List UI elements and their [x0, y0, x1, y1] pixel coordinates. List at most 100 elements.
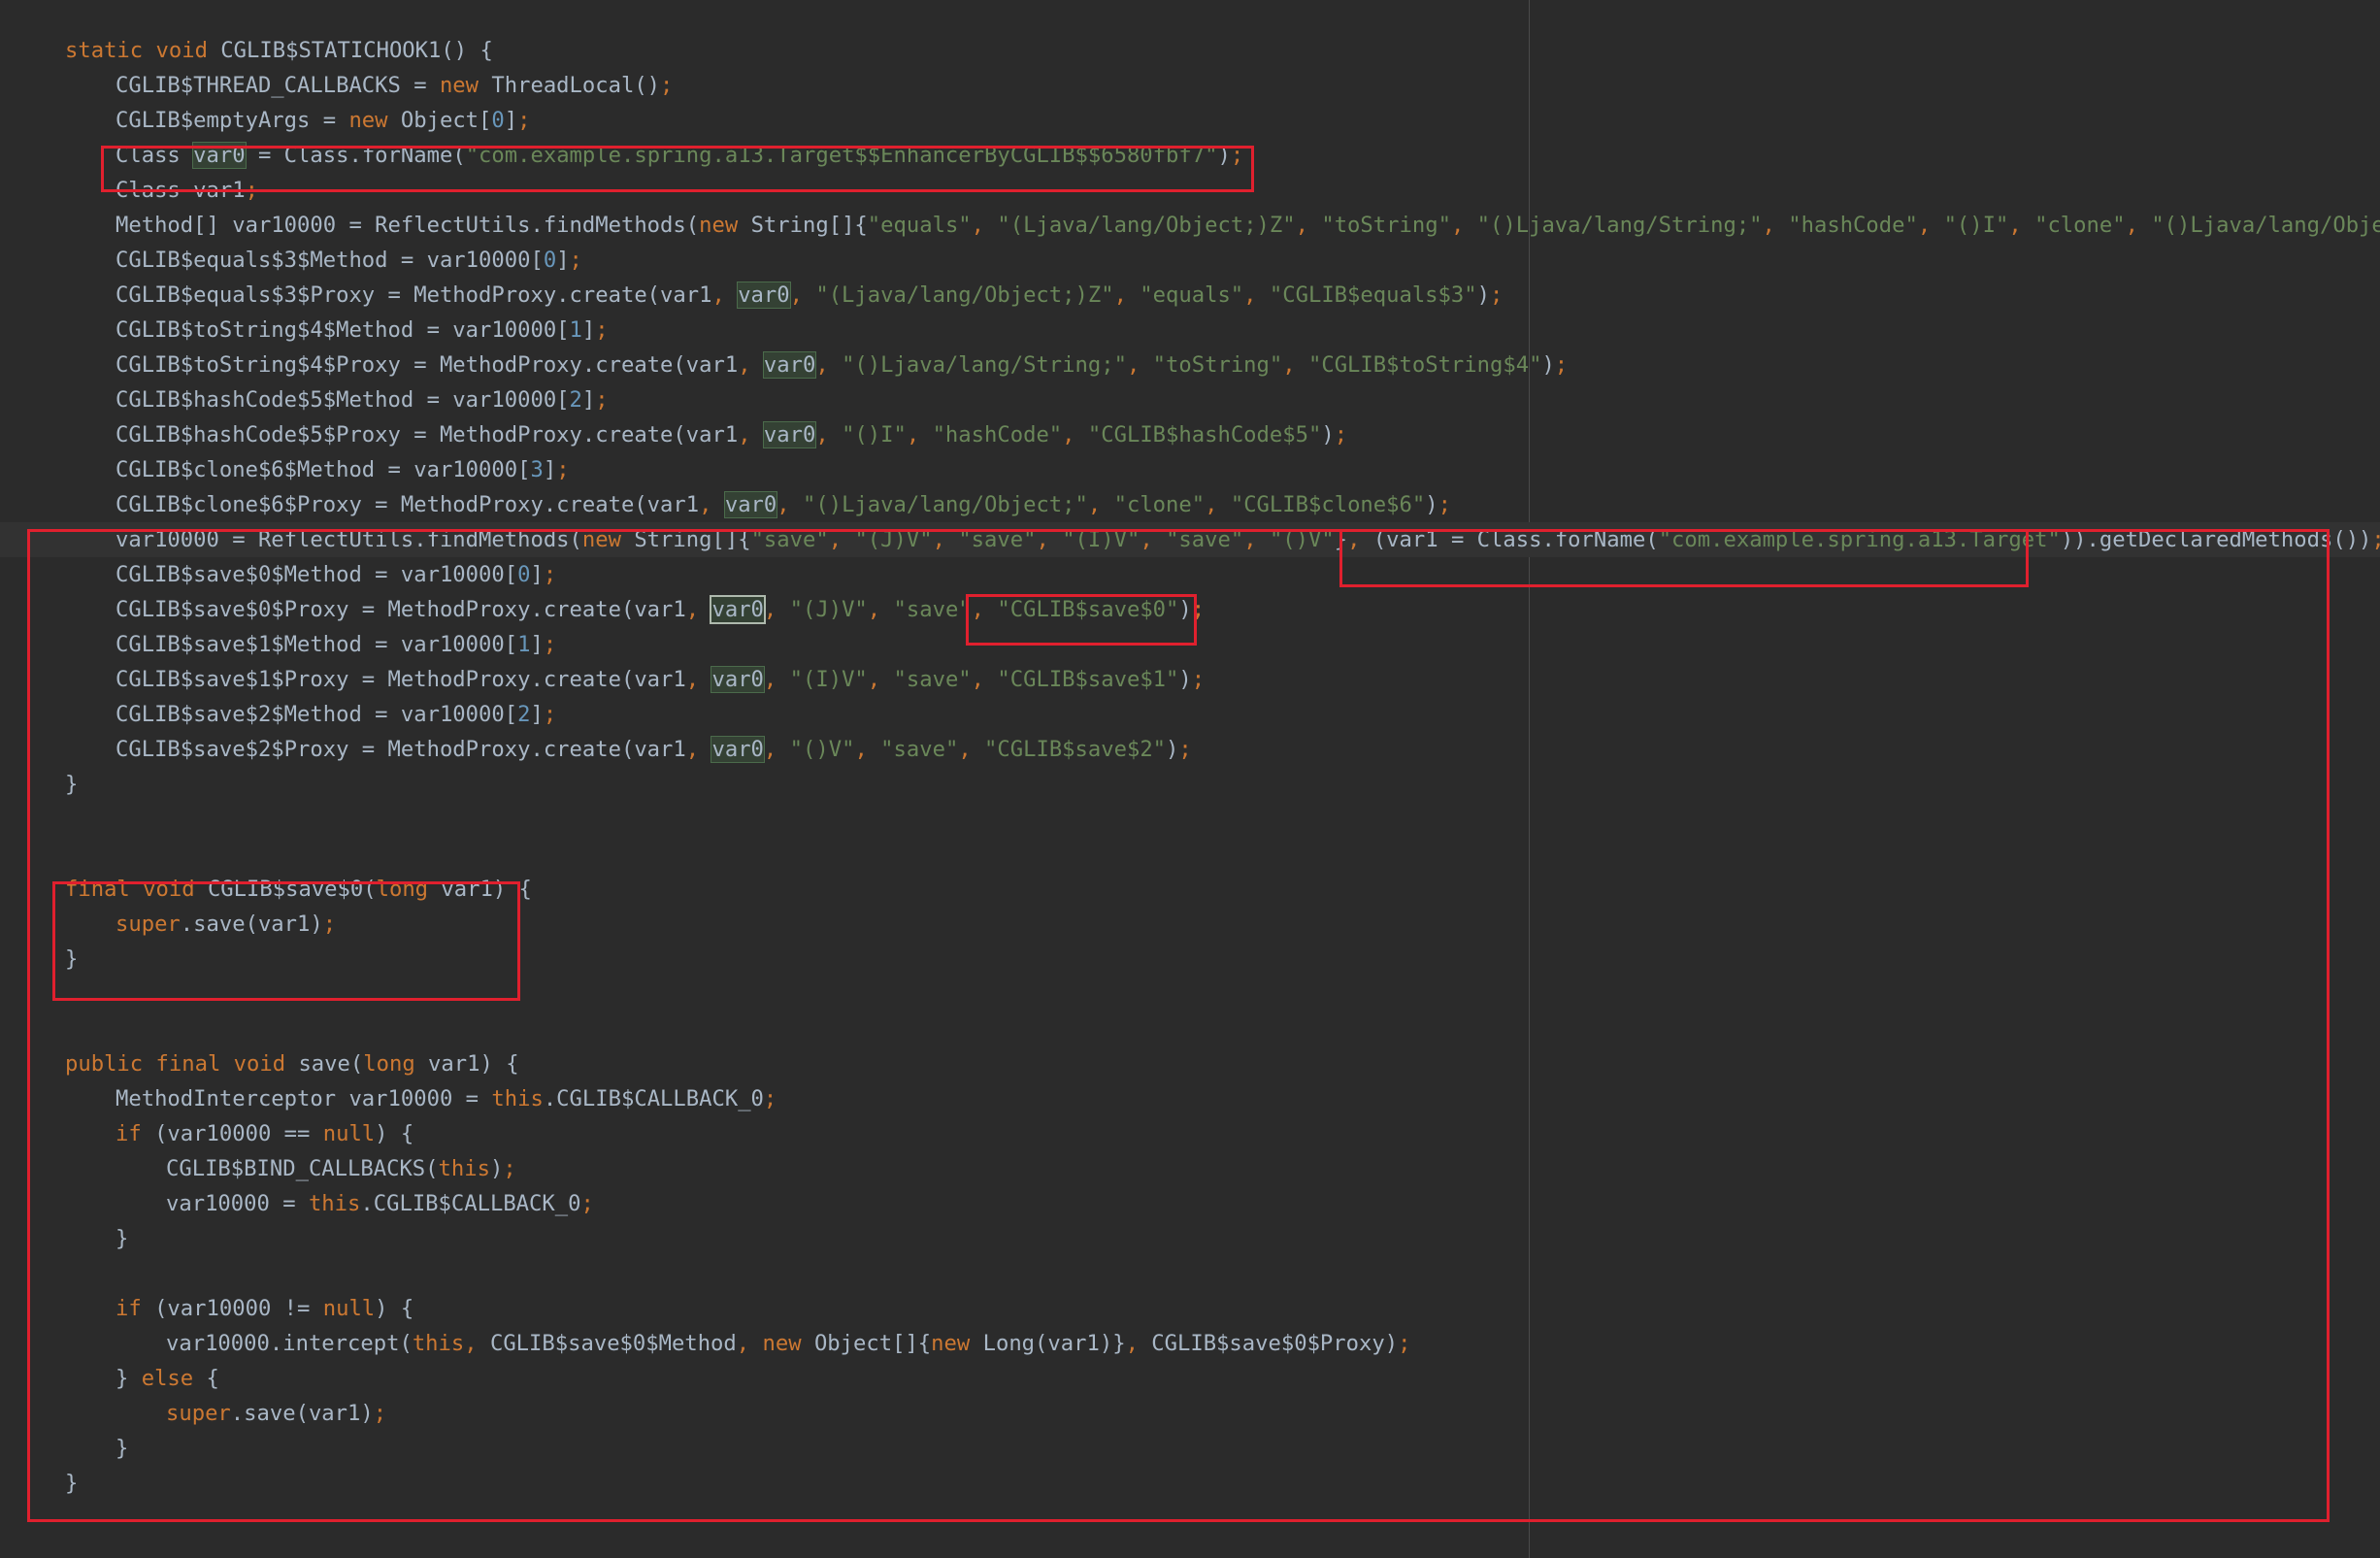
code-line[interactable]: CGLIB$BIND_CALLBACKS(this);: [0, 1151, 2380, 1186]
code-token: MethodInterceptor var10000 =: [116, 1086, 492, 1111]
code-line[interactable]: CGLIB$equals$3$Proxy = MethodProxy.creat…: [0, 278, 2380, 313]
keyword-token: ,: [932, 527, 959, 552]
code-line[interactable]: CGLIB$toString$4$Method = var10000[1];: [0, 313, 2380, 348]
code-line-text: CGLIB$BIND_CALLBACKS(this);: [166, 1151, 516, 1186]
code-token: String[]{: [750, 213, 868, 238]
code-line[interactable]: }: [0, 942, 2380, 977]
string-token: "()V": [789, 737, 855, 762]
code-line[interactable]: CGLIB$save$0$Proxy = MethodProxy.create(…: [0, 592, 2380, 627]
keyword-token: ,: [1062, 422, 1088, 448]
code-line[interactable]: } else {: [0, 1361, 2380, 1396]
string-token: "com.example.spring.a13.Target": [1658, 527, 2061, 552]
code-line[interactable]: if (var10000 != null) {: [0, 1291, 2380, 1326]
keyword-token: ;: [373, 1401, 387, 1426]
code-line-text: CGLIB$equals$3$Proxy = MethodProxy.creat…: [116, 278, 1503, 313]
code-line[interactable]: CGLIB$hashCode$5$Method = var10000[2];: [0, 382, 2380, 417]
code-line-text: var10000 = this.CGLIB$CALLBACK_0;: [166, 1186, 594, 1221]
code-line-text: }: [65, 942, 78, 977]
code-line[interactable]: }: [0, 1466, 2380, 1501]
code-line[interactable]: Class var1;: [0, 173, 2380, 208]
keyword-token: ,: [971, 597, 998, 622]
code-token: CGLIB$THREAD_CALLBACKS =: [116, 73, 440, 98]
keyword-token: ,: [971, 213, 998, 238]
keyword-token: ;: [556, 457, 570, 482]
keyword-token: ;: [517, 108, 531, 133]
keyword-token: ,: [2008, 213, 2035, 238]
keyword-token: ,: [685, 667, 712, 692]
code-line[interactable]: public final void save(long var1) {: [0, 1046, 2380, 1081]
code-line[interactable]: static void CGLIB$STATICHOOK1() {: [0, 33, 2380, 68]
code-line[interactable]: CGLIB$hashCode$5$Proxy = MethodProxy.cre…: [0, 417, 2380, 452]
code-line[interactable]: CGLIB$save$1$Proxy = MethodProxy.create(…: [0, 662, 2380, 697]
keyword-token: ,: [815, 352, 843, 378]
code-line[interactable]: CGLIB$THREAD_CALLBACKS = new ThreadLocal…: [0, 68, 2380, 103]
code-token: ) {: [375, 1296, 414, 1321]
code-token: CGLIB$save$2$Method = var10000[: [116, 702, 518, 727]
keyword-token: ,: [867, 667, 894, 692]
code-line[interactable]: var10000 = ReflectUtils.findMethods(new …: [0, 522, 2380, 557]
code-line[interactable]: super.save(var1);: [0, 1396, 2380, 1431]
code-line[interactable]: CGLIB$clone$6$Method = var10000[3];: [0, 452, 2380, 487]
keyword-token: ,: [1126, 352, 1153, 378]
code-line[interactable]: CGLIB$save$2$Proxy = MethodProxy.create(…: [0, 732, 2380, 767]
keyword-token: ,: [1347, 527, 1373, 552]
keyword-token: new: [581, 527, 635, 552]
code-line-text: final void CGLIB$save$0(long var1) {: [65, 872, 532, 907]
string-token: "CGLIB$save$1": [997, 667, 1179, 692]
keyword-token: ;: [245, 178, 258, 203]
code-line[interactable]: super.save(var1);: [0, 907, 2380, 942]
code-token: CGLIB$save$1$Proxy = MethodProxy.create(…: [116, 667, 686, 692]
keyword-token: final void: [65, 877, 208, 902]
code-line[interactable]: Class var0 = Class.forName("com.example.…: [0, 138, 2380, 173]
code-editor[interactable]: static void CGLIB$STATICHOOK1() {CGLIB$T…: [0, 0, 2380, 1558]
code-token: var1) {: [428, 1051, 519, 1077]
code-line[interactable]: CGLIB$clone$6$Proxy = MethodProxy.create…: [0, 487, 2380, 522]
string-token: "save": [893, 597, 972, 622]
keyword-token: new: [348, 108, 401, 133]
code-token: CGLIB$clone$6$Proxy = MethodProxy.create…: [116, 492, 700, 517]
code-line[interactable]: CGLIB$save$2$Method = var10000[2];: [0, 697, 2380, 732]
code-line-text: CGLIB$toString$4$Proxy = MethodProxy.cre…: [116, 348, 1568, 382]
code-line[interactable]: var10000 = this.CGLIB$CALLBACK_0;: [0, 1186, 2380, 1221]
keyword-token: ,: [1243, 527, 1270, 552]
keyword-token: ;: [580, 1191, 594, 1216]
keyword-token: long: [376, 877, 442, 902]
code-line[interactable]: final void CGLIB$save$0(long var1) {: [0, 872, 2380, 907]
code-line[interactable]: CGLIB$emptyArgs = new Object[0];: [0, 103, 2380, 138]
code-line[interactable]: if (var10000 == null) {: [0, 1116, 2380, 1151]
number-token: 1: [517, 632, 531, 657]
keyword-token: ,: [738, 422, 764, 448]
code-line[interactable]: Method[] var10000 = ReflectUtils.findMet…: [0, 208, 2380, 243]
string-token: "()Ljava/lang/String;": [842, 352, 1127, 378]
code-token: Class var1: [116, 178, 246, 203]
number-token: 0: [543, 248, 557, 273]
code-line[interactable]: }: [0, 767, 2380, 802]
string-token: "save": [880, 737, 959, 762]
string-token: "toString": [1321, 213, 1451, 238]
code-line[interactable]: }: [0, 1221, 2380, 1256]
string-token: "(Ljava/lang/Object;)Z": [997, 213, 1296, 238]
code-line-text: if (var10000 != null) {: [116, 1291, 413, 1326]
code-line[interactable]: }: [0, 1431, 2380, 1466]
code-line[interactable]: MethodInterceptor var10000 = this.CGLIB$…: [0, 1081, 2380, 1116]
code-line[interactable]: var10000.intercept(this, CGLIB$save$0$Me…: [0, 1326, 2380, 1361]
code-line[interactable]: CGLIB$save$0$Method = var10000[0];: [0, 557, 2380, 592]
code-line-text: super.save(var1);: [116, 907, 336, 942]
keyword-token: this: [308, 1191, 361, 1216]
keyword-token: null: [322, 1296, 376, 1321]
keyword-token: ;: [595, 317, 609, 343]
number-token: 2: [569, 387, 582, 413]
code-line[interactable]: CGLIB$toString$4$Proxy = MethodProxy.cre…: [0, 348, 2380, 382]
string-token: "(I)V": [1062, 527, 1140, 552]
code-line[interactable]: CGLIB$equals$3$Method = var10000[0];: [0, 243, 2380, 278]
keyword-token: ;: [1230, 143, 1244, 168]
code-token: )): [2060, 527, 2087, 552]
keyword-token: ,: [763, 667, 790, 692]
string-token: "(J)V": [854, 527, 933, 552]
code-line[interactable]: CGLIB$save$1$Method = var10000[1];: [0, 627, 2380, 662]
string-token: "()V": [1269, 527, 1335, 552]
string-token: "hashCode": [932, 422, 1063, 448]
code-line-text: }: [65, 1466, 78, 1501]
code-token: var10000.intercept(: [166, 1331, 413, 1356]
keyword-token: ;: [1554, 352, 1569, 378]
